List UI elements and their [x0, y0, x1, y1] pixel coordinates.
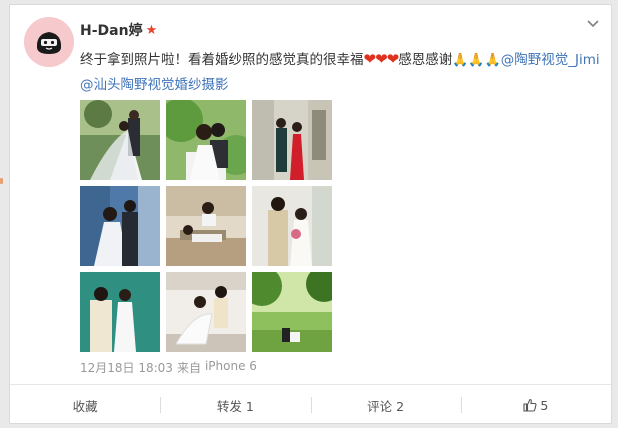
like-count: 5 [540, 397, 549, 413]
photo-thumbnail[interactable] [80, 186, 160, 266]
comment-label: 评论 2 [367, 398, 405, 414]
pray-emoji-icon: 🙏🙏🙏 [452, 53, 501, 68]
user-header: H-Dan婷 ★ [80, 19, 157, 41]
photo-thumbnail[interactable] [166, 272, 246, 352]
edge-marker [0, 178, 3, 184]
favorite-label: 收藏 [72, 398, 98, 414]
post-text: 终于拿到照片啦！看着婚纱照的感觉真的很幸福❤❤❤感恩感谢🙏🙏🙏@陶野视觉_Jim… [80, 47, 600, 97]
thumbs-up-icon [523, 398, 537, 412]
post-meta: 12月18日 18:03 来自 iPhone 6 [80, 359, 257, 376]
avatar[interactable] [24, 17, 74, 67]
heart-emoji-icon: ❤❤❤ [363, 50, 400, 68]
repost-label: 转发 1 [216, 398, 254, 414]
like-button[interactable]: 5 [460, 385, 611, 425]
photo-thumbnail[interactable] [252, 186, 332, 266]
action-bar: 收藏 转发 1 评论 2 5 [10, 384, 611, 424]
post-text-thanks: 感恩感谢 [398, 52, 453, 68]
favorite-button[interactable]: 收藏 [10, 385, 160, 425]
photo-thumbnail[interactable] [166, 100, 246, 180]
source-prefix: 来自 [176, 361, 201, 375]
photo-thumbnail[interactable] [166, 186, 246, 266]
mention-link-studio[interactable]: @汕头陶野视觉婚纱摄影 [80, 77, 229, 93]
post-text-main: 终于拿到照片啦！看着婚纱照的感觉真的很幸福 [80, 52, 364, 68]
photo-thumbnail[interactable] [252, 272, 332, 352]
photo-thumbnail[interactable] [80, 272, 160, 352]
timestamp[interactable]: 12月18日 18:03 [80, 359, 173, 376]
repost-button[interactable]: 转发 1 [160, 385, 310, 425]
photo-thumbnail[interactable] [80, 100, 160, 180]
weibo-post-card: H-Dan婷 ★ 终于拿到照片啦！看着婚纱照的感觉真的很幸福❤❤❤感恩感谢🙏🙏🙏… [9, 4, 612, 424]
comment-button[interactable]: 评论 2 [310, 385, 461, 425]
avatar-image [24, 17, 74, 67]
source-device-link[interactable]: iPhone 6 [205, 359, 257, 376]
photo-thumbnail[interactable] [252, 100, 332, 180]
star-badge-icon: ★ [145, 22, 158, 38]
chevron-down-icon[interactable] [585, 17, 601, 31]
mention-link-jimi[interactable]: @陶野视觉_Jimi [501, 52, 600, 68]
username[interactable]: H-Dan婷 [80, 20, 143, 40]
photo-grid [80, 100, 332, 352]
